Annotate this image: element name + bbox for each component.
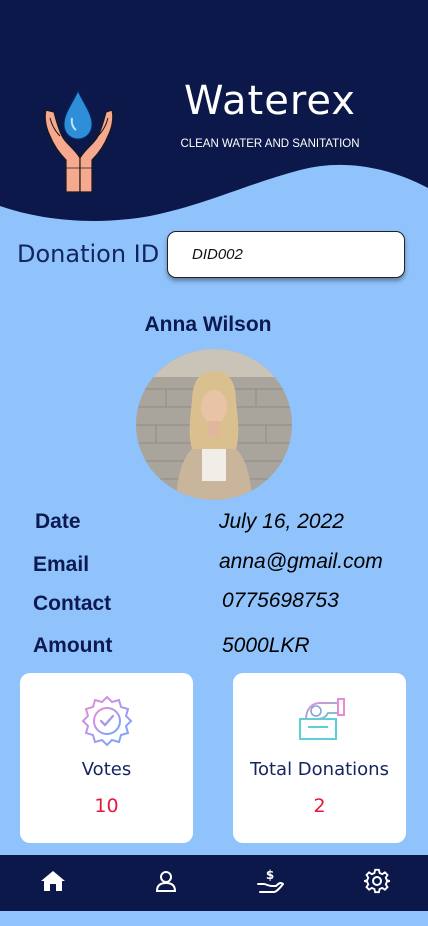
svg-text:$: $ — [266, 868, 274, 882]
donation-box-icon — [292, 695, 348, 747]
donor-name: Anna Wilson — [144, 313, 272, 336]
nav-home[interactable] — [39, 869, 67, 897]
donate-icon: $ — [256, 868, 284, 898]
header: Waterex CLEAN WATER AND SANITATION — [0, 0, 428, 230]
amount-label: Amount — [33, 634, 113, 657]
date-value: July 16, 2022 — [219, 510, 344, 533]
app-name: Waterex — [184, 78, 356, 124]
contact-value: 0775698753 — [222, 589, 339, 612]
amount-value: 5000LKR — [222, 634, 310, 657]
total-donations-count: 2 — [313, 795, 326, 817]
badge-check-icon — [81, 695, 133, 751]
date-label: Date — [35, 510, 81, 533]
home-icon — [40, 869, 66, 897]
votes-card[interactable]: Votes 10 — [20, 673, 193, 843]
email-label: Email — [33, 553, 90, 576]
user-icon — [154, 869, 178, 897]
votes-label: Votes — [81, 759, 132, 780]
app-tagline: CLEAN WATER AND SANITATION — [180, 138, 360, 150]
contact-label: Contact — [33, 592, 112, 615]
nav-settings[interactable] — [363, 868, 391, 898]
nav-profile[interactable] — [152, 869, 180, 897]
avatar — [136, 349, 292, 500]
total-donations-card[interactable]: Total Donations 2 — [233, 673, 406, 843]
email-value: anna@gmail.com — [219, 550, 383, 573]
water-hands-logo — [40, 88, 120, 198]
bottom-nav: $ — [0, 855, 428, 911]
nav-donate[interactable]: $ — [256, 868, 284, 898]
donation-id-label: Donation ID — [17, 240, 160, 268]
total-donations-label: Total Donations — [250, 759, 389, 780]
settings-icon — [363, 868, 391, 898]
donation-id-input[interactable] — [167, 231, 405, 278]
votes-count: 10 — [94, 795, 119, 817]
